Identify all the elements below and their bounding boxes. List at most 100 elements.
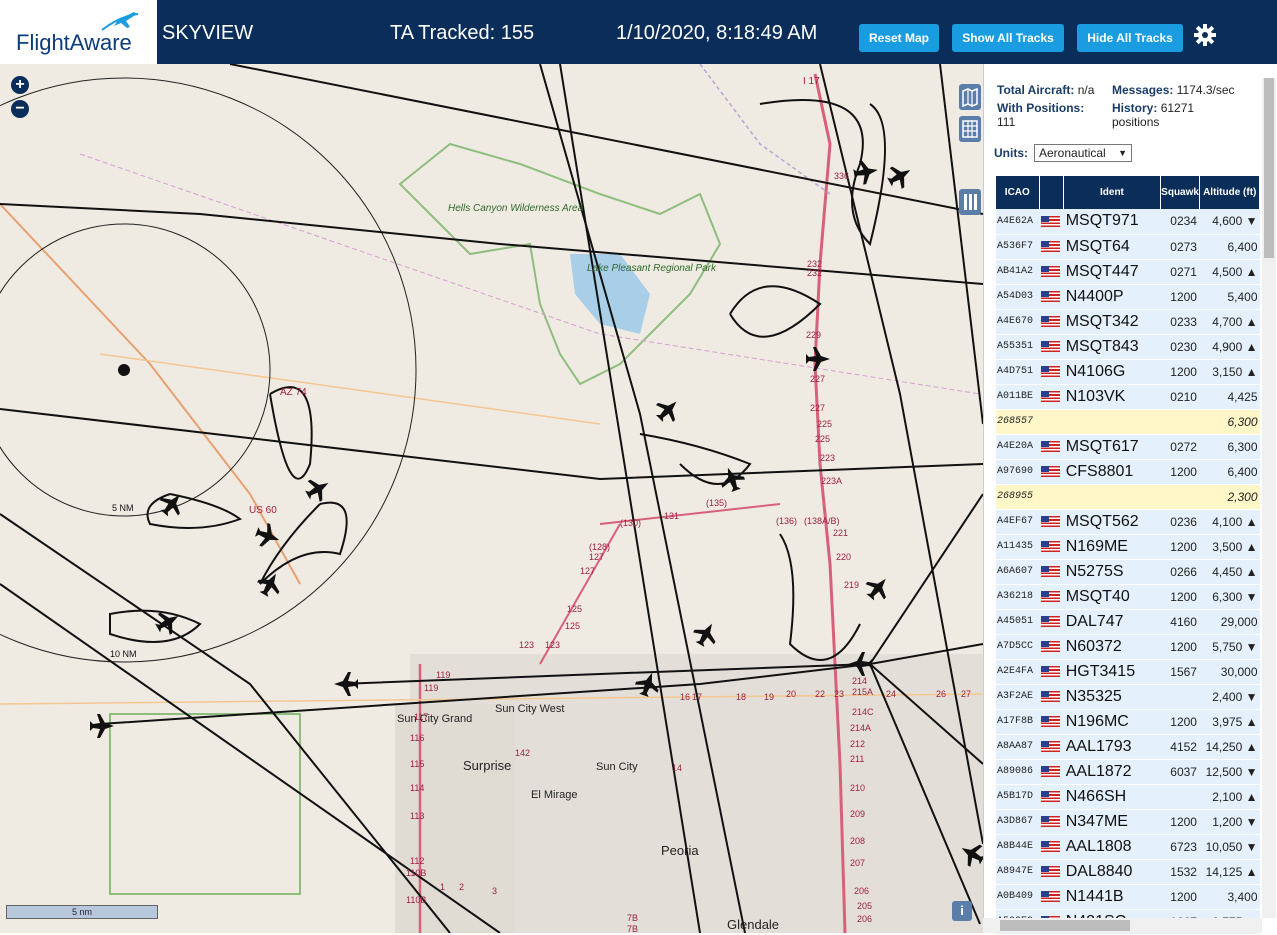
table-row[interactable]: A4EF67 MSQT562 0236 4,100 ▲ <box>996 509 1260 535</box>
ident-cell: N4400P <box>1063 284 1161 310</box>
table-row[interactable]: A536F7 MSQT64 0273 6,400 <box>996 234 1260 260</box>
table-row[interactable]: A4E62A MSQT971 0234 4,600 ▼ <box>996 209 1260 235</box>
table-row[interactable]: A3F2AE N35325 2,400 ▼ <box>996 684 1260 710</box>
flag-cell <box>1039 334 1064 360</box>
road-label-110b-2: 110B <box>406 895 426 905</box>
table-row[interactable]: A54D03 N4400P 1200 5,400 <box>996 284 1260 310</box>
col-ident[interactable]: Ident <box>1063 176 1161 209</box>
table-row[interactable]: 268557 6,300 <box>996 409 1260 435</box>
table-row[interactable]: A97690 CFS8801 1200 6,400 <box>996 459 1260 485</box>
col-squawk[interactable]: Squawk <box>1160 176 1201 209</box>
table-row[interactable]: A5B17D N466SH 2,100 ▲ <box>996 784 1260 810</box>
gear-icon[interactable] <box>1193 23 1217 47</box>
table-row[interactable]: A17F8B N196MC 1200 3,975 ▲ <box>996 709 1260 735</box>
squawk-cell: 1200 <box>1160 534 1200 560</box>
altitude-cell: 6,300 <box>1199 409 1260 435</box>
messages-stat: Messages: 1174.3/sec <box>1112 83 1235 97</box>
table-row[interactable]: A6A607 N5275S 0266 4,450 ▲ <box>996 559 1260 585</box>
road-label-119: 119 <box>436 670 450 680</box>
icao-cell: AB41A2 <box>996 259 1040 285</box>
columns-button[interactable] <box>959 189 981 215</box>
flag-cell <box>1039 284 1064 310</box>
col-altitude[interactable]: Altitude (ft) <box>1199 176 1260 209</box>
col-icao[interactable]: ICAO <box>996 176 1040 209</box>
table-row[interactable]: A0B409 N1441B 1200 3,400 <box>996 884 1260 910</box>
table-row[interactable]: A11435 N169ME 1200 3,500 ▲ <box>996 534 1260 560</box>
sidebar-horizontal-scroll-thumb[interactable] <box>1000 920 1130 931</box>
table-row[interactable]: A3D867 N347ME 1200 1,200 ▼ <box>996 809 1260 835</box>
table-row[interactable]: A8AA87 AAL1793 4152 14,250 ▲ <box>996 734 1260 760</box>
table-row[interactable]: A8947E DAL8840 1532 14,125 ▲ <box>996 859 1260 885</box>
us-flag-icon <box>1041 640 1061 652</box>
flag-cell <box>1039 734 1064 760</box>
road-label-221: 221 <box>833 528 848 538</box>
us-flag-icon <box>1041 815 1061 827</box>
table-row[interactable]: A4E20A MSQT617 0272 6,300 <box>996 434 1260 460</box>
messages-value: 1174.3/sec <box>1176 83 1235 97</box>
table-row[interactable]: A55351 MSQT843 0230 4,900 ▲ <box>996 334 1260 360</box>
squawk-cell: 6037 <box>1160 759 1200 785</box>
road-label-i17: I 17 <box>803 76 820 87</box>
road-label-16: 16 <box>680 692 690 702</box>
road-label-18: 18 <box>736 692 746 702</box>
table-row[interactable]: A011BE N103VK 0210 4,425 <box>996 384 1260 410</box>
squawk-cell: 6723 <box>1160 834 1200 860</box>
squawk-cell: 0233 <box>1160 309 1200 335</box>
zoom-in-button[interactable]: + <box>11 76 29 94</box>
road-label-23: 23 <box>834 689 844 699</box>
road-label-208: 208 <box>850 836 865 846</box>
squawk-cell: 0273 <box>1160 234 1200 260</box>
ident-cell: AAL1872 <box>1063 759 1161 785</box>
table-row[interactable]: A45051 DAL747 4160 29,000 <box>996 609 1260 635</box>
us-flag-icon <box>1041 365 1061 377</box>
flag-cell <box>1039 634 1064 660</box>
icao-cell: A3F2AE <box>996 684 1040 710</box>
flag-cell <box>1039 659 1064 685</box>
place-peoria: Peoria <box>661 843 699 858</box>
flightaware-logo[interactable]: FlightAware <box>0 0 157 64</box>
icao-cell: A97690 <box>996 459 1040 485</box>
squawk-cell: 1200 <box>1160 359 1200 385</box>
icao-cell: A45051 <box>996 609 1040 635</box>
reset-map-button[interactable]: Reset Map <box>859 24 939 52</box>
units-select[interactable]: Aeronautical ▼ <box>1034 144 1132 162</box>
col-flag[interactable] <box>1039 176 1065 209</box>
us-flag-icon <box>1041 765 1061 777</box>
us-flag-icon <box>1041 290 1061 302</box>
table-row[interactable]: 268955 2,300 <box>996 484 1260 510</box>
altitude-cell: 2,400 ▼ <box>1199 684 1260 710</box>
place-sun-city-west: Sun City West <box>495 703 565 715</box>
total-aircraft-value: n/a <box>1077 83 1095 97</box>
road-label-116: 116 <box>410 733 424 743</box>
table-row[interactable]: A4D751 N4106G 1200 3,150 ▲ <box>996 359 1260 385</box>
table-row[interactable]: AB41A2 MSQT447 0271 4,500 ▲ <box>996 259 1260 285</box>
grid-button[interactable] <box>959 116 981 142</box>
table-row[interactable]: A8B44E AAL1808 6723 10,050 ▼ <box>996 834 1260 860</box>
table-row[interactable]: A36218 MSQT40 1200 6,300 ▼ <box>996 584 1260 610</box>
zoom-out-button[interactable]: − <box>11 100 29 118</box>
road-label-112: 112 <box>410 856 424 866</box>
road-label-114: 114 <box>410 783 424 793</box>
icao-cell: A7D5CC <box>996 634 1040 660</box>
sidebar-vertical-scroll-thumb[interactable] <box>1264 78 1274 258</box>
icao-cell: A4EF67 <box>996 509 1040 535</box>
icao-cell: A8B44E <box>996 834 1040 860</box>
road-label-125: 125 <box>567 604 582 614</box>
squawk-cell <box>1160 784 1200 810</box>
table-row[interactable]: A89086 AAL1872 6037 12,500 ▼ <box>996 759 1260 785</box>
flag-cell <box>1039 609 1064 635</box>
map-layers-button[interactable] <box>959 84 981 110</box>
show-all-tracks-button[interactable]: Show All Tracks <box>952 24 1064 52</box>
table-row[interactable]: A4E670 MSQT342 0233 4,700 ▲ <box>996 309 1260 335</box>
hide-all-tracks-button[interactable]: Hide All Tracks <box>1077 24 1183 52</box>
info-button[interactable]: i <box>952 901 972 921</box>
icao-cell: A36218 <box>996 584 1040 610</box>
map-canvas[interactable]: 5 NM 10 NM I 17 AZ 74 US 60 336 232 232 … <box>0 64 983 933</box>
icao-cell: A17F8B <box>996 709 1040 735</box>
table-row[interactable]: A7D5CC N60372 1200 5,750 ▼ <box>996 634 1260 660</box>
altitude-cell: 3,975 ▲ <box>1199 709 1260 735</box>
squawk-cell: 1200 <box>1160 709 1200 735</box>
flag-cell <box>1039 784 1064 810</box>
icao-cell: A0B409 <box>996 884 1040 910</box>
table-row[interactable]: A2E4FA HGT3415 1567 30,000 <box>996 659 1260 685</box>
